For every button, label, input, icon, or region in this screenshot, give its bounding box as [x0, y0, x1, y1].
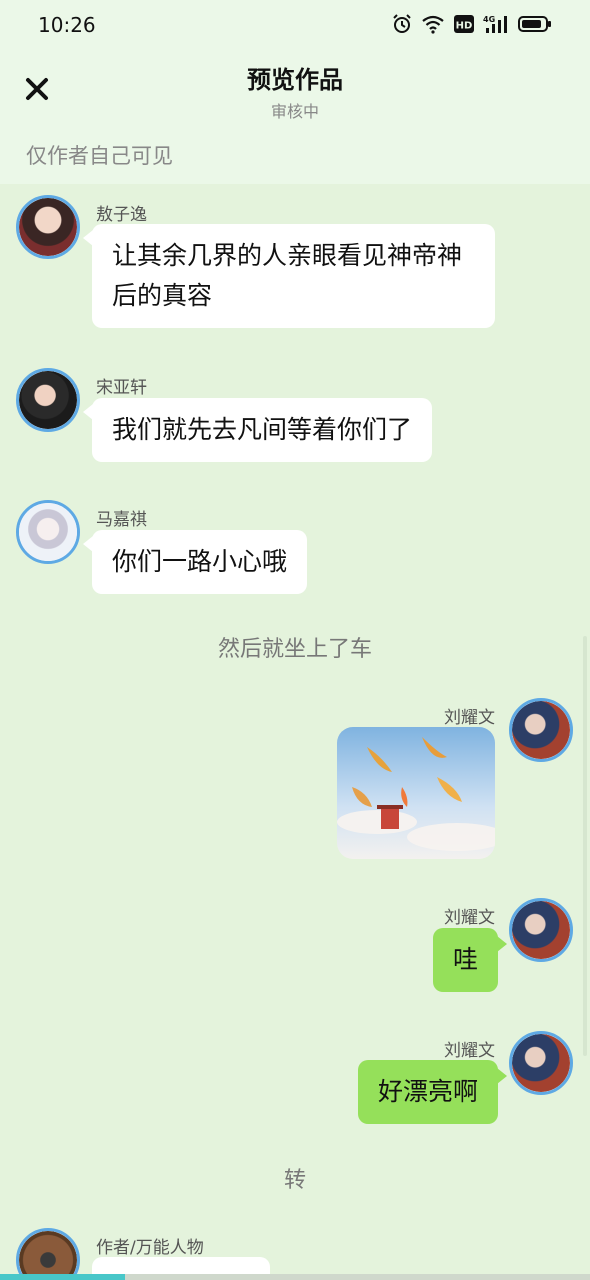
signal-4g-icon: 4G: [483, 14, 509, 34]
message-bubble[interactable]: 你们一路小心哦: [92, 530, 308, 594]
svg-text:4G: 4G: [483, 15, 495, 24]
avatar[interactable]: [16, 1228, 80, 1280]
sender-name: 敖子逸: [96, 205, 147, 225]
sender-name: 刘耀文: [444, 1041, 495, 1061]
sender-name: 马嘉祺: [96, 510, 147, 530]
page-title: 预览作品: [247, 66, 343, 94]
alarm-icon: [392, 14, 412, 34]
bubble-tail: [497, 1068, 507, 1084]
narration-text: 转: [283, 1168, 306, 1193]
svg-text:HD: HD: [456, 21, 473, 32]
message-image[interactable]: [337, 727, 495, 859]
status-icons: HD 4G: [392, 14, 552, 34]
header: 10:26 HD 4G 预览作品 审核中 仅作者自己可见: [0, 0, 590, 184]
avatar[interactable]: [509, 698, 573, 762]
message-bubble[interactable]: 好漂亮啊: [357, 1060, 498, 1124]
message-bubble[interactable]: 哇: [432, 928, 498, 992]
visibility-note: 仅作者自己可见: [26, 144, 173, 168]
message-bubble[interactable]: 我们就先去凡间等着你们了: [92, 398, 433, 462]
screen: 10:26 HD 4G 预览作品 审核中 仅作者自己可见 敖子逸 让其余几界的人…: [0, 0, 590, 1280]
scrollbar[interactable]: [583, 636, 587, 1056]
sender-name: 刘耀文: [444, 908, 495, 928]
battery-icon: [518, 14, 552, 34]
bubble-tail: [497, 936, 507, 952]
progress-segment: [0, 1274, 125, 1280]
sender-name: 刘耀文: [444, 708, 495, 728]
avatar[interactable]: [16, 195, 80, 259]
hd-icon: HD: [454, 14, 474, 34]
sender-name: 宋亚轩: [96, 378, 147, 398]
page-subtitle: 审核中: [270, 102, 319, 121]
status-time: 10:26: [38, 13, 96, 37]
sender-name: 作者/万能人物: [96, 1238, 204, 1258]
avatar[interactable]: [16, 500, 80, 564]
avatar[interactable]: [509, 898, 573, 962]
wifi-icon: [421, 14, 445, 34]
bottom-progress-bar: [0, 1274, 590, 1280]
avatar[interactable]: [16, 368, 80, 432]
avatar[interactable]: [509, 1031, 573, 1095]
message-bubble[interactable]: 让其余几界的人亲眼看见神帝神后的真容: [92, 224, 495, 328]
chat-area[interactable]: 敖子逸 让其余几界的人亲眼看见神帝神后的真容 宋亚轩 我们就先去凡间等着你们了 …: [0, 184, 590, 1280]
narration-text: 然后就坐上了车: [217, 637, 372, 662]
